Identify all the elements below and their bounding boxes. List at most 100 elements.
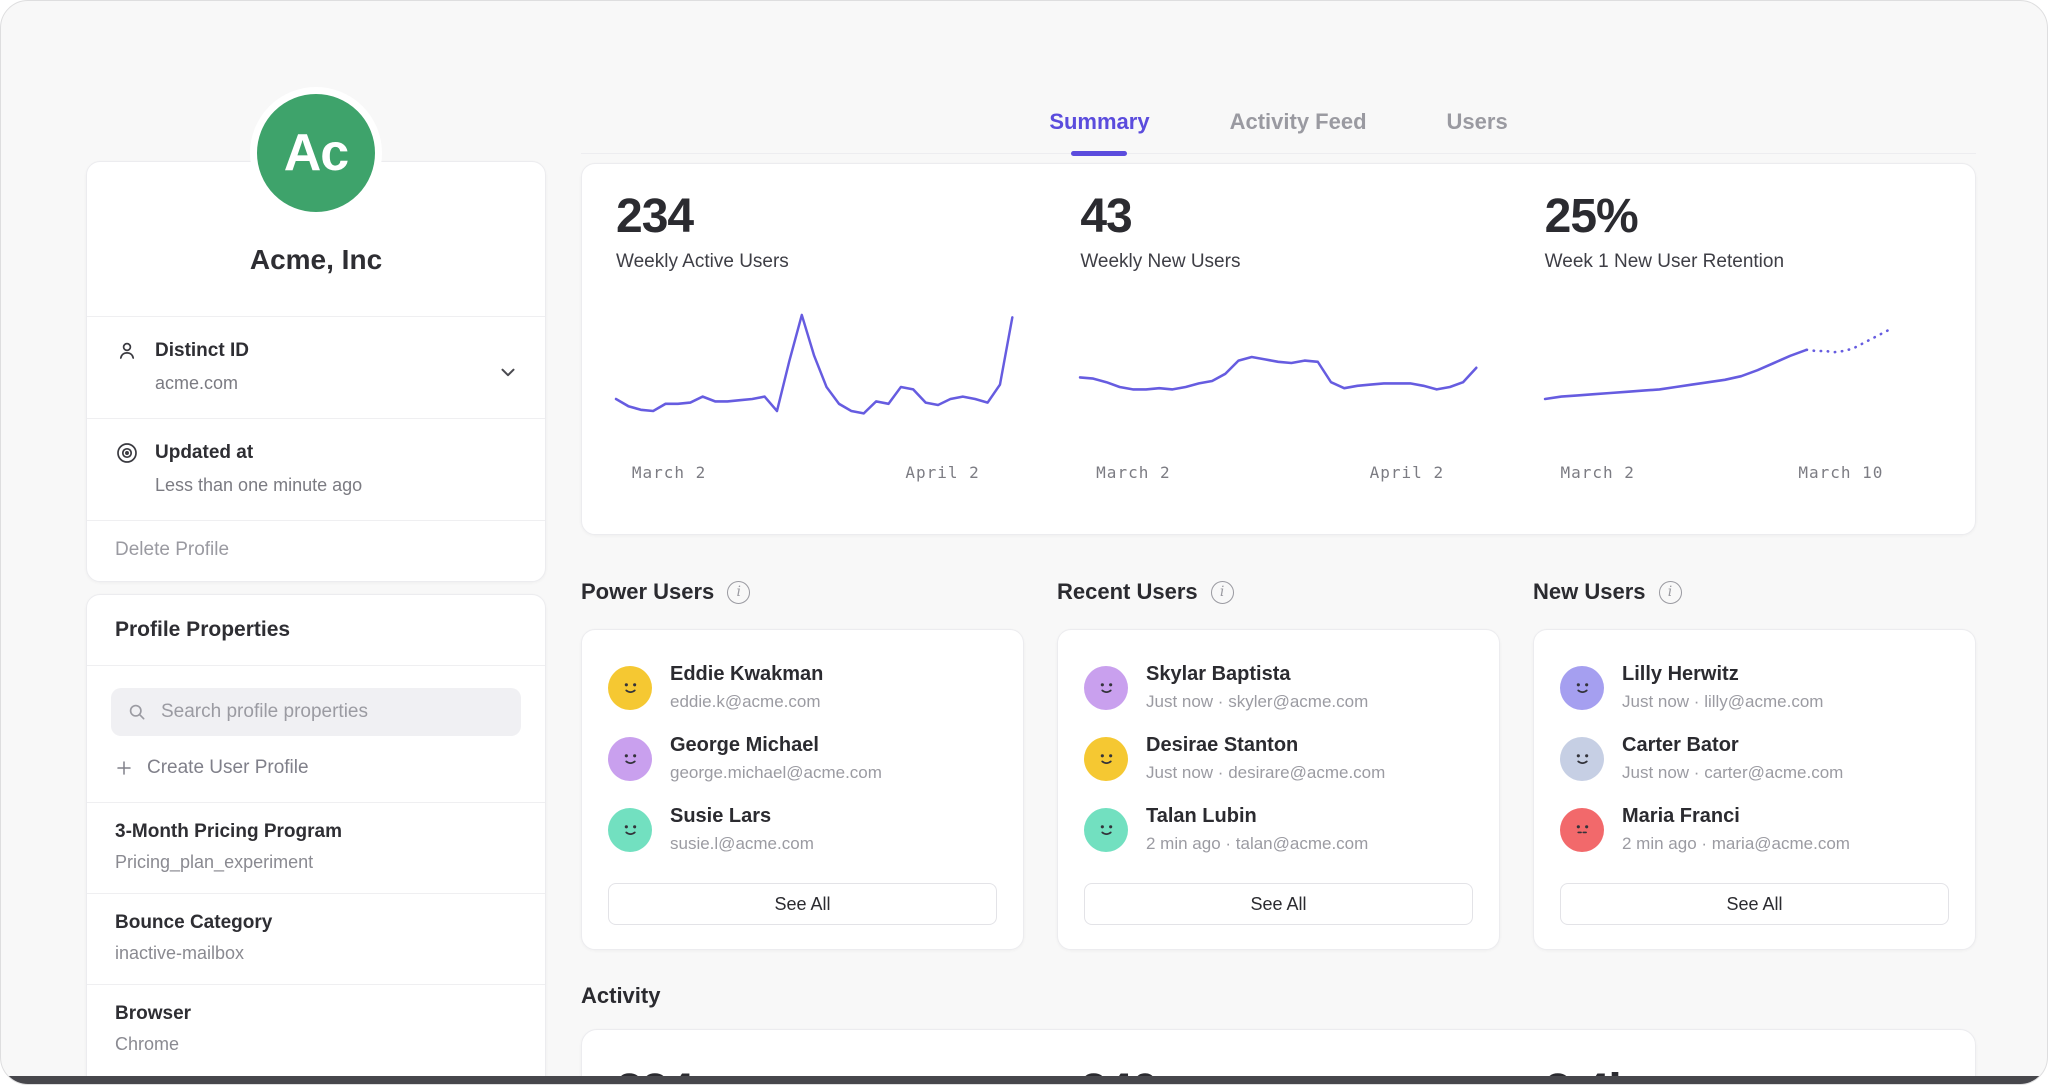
face-icon: [1569, 674, 1596, 701]
user-email: Just now · desirare@acme.com: [1146, 763, 1385, 783]
power-users-section: Power Users i Eddie Kwakman eddie.k@acme…: [581, 577, 1024, 950]
user-avatar: [608, 808, 652, 852]
info-icon[interactable]: i: [1211, 581, 1234, 604]
user-email: george.michael@acme.com: [670, 763, 882, 783]
section-title: New Users: [1533, 579, 1646, 605]
user-row[interactable]: Carter Bator Just now · carter@acme.com: [1560, 723, 1949, 794]
x-tick: April 2: [1370, 463, 1444, 482]
search-icon: [127, 702, 147, 722]
updated-at-row: Updated at Less than one minute ago: [87, 418, 545, 520]
info-icon[interactable]: i: [1659, 581, 1682, 604]
x-axis: March 2 March 10: [1545, 463, 1941, 485]
section-title: Recent Users: [1057, 579, 1198, 605]
info-icon[interactable]: i: [727, 581, 750, 604]
stat-value: 25%: [1545, 192, 1941, 242]
line-chart: [1545, 295, 1941, 455]
user-email: 2 min ago · maria@acme.com: [1622, 834, 1850, 854]
user-email: Just now · lilly@acme.com: [1622, 692, 1823, 712]
user-name: Talan Lubin: [1146, 805, 1368, 828]
create-user-profile-label: Create User Profile: [147, 757, 309, 779]
profile-properties-search[interactable]: [111, 688, 521, 736]
window-bottom-edge: [1, 1076, 2047, 1084]
user-name: Lilly Herwitz: [1622, 663, 1823, 686]
property-value: Pricing_plan_experiment: [115, 852, 517, 873]
user-name: George Michael: [670, 734, 882, 757]
face-icon: [1569, 745, 1596, 772]
profile-sidebar: Ac Acme, Inc Distinct ID acme.com: [86, 1, 546, 1084]
property-name: Browser: [115, 1003, 517, 1025]
delete-profile-button[interactable]: Delete Profile: [87, 520, 545, 581]
user-row[interactable]: Susie Lars susie.l@acme.com: [608, 794, 997, 865]
sparkline-weekly-new-users: March 2 April 2: [1080, 295, 1476, 485]
power-users-card: Eddie Kwakman eddie.k@acme.com George Mi…: [581, 629, 1024, 950]
property-item[interactable]: Browser Chrome: [87, 984, 545, 1075]
see-all-button[interactable]: See All: [1084, 883, 1473, 925]
search-input[interactable]: [159, 700, 505, 724]
x-axis: March 2 April 2: [616, 463, 1012, 485]
see-all-button[interactable]: See All: [1560, 883, 1949, 925]
user-row[interactable]: Eddie Kwakman eddie.k@acme.com: [608, 652, 997, 723]
company-avatar-initials: Ac: [284, 123, 348, 183]
user-row[interactable]: Skylar Baptista Just now · skyler@acme.c…: [1084, 652, 1473, 723]
person-icon: [115, 339, 139, 363]
stat-value: 43: [1080, 192, 1476, 242]
stat-weekly-active-users: 234 Weekly Active Users March 2 April 2: [582, 192, 1046, 506]
user-email: susie.l@acme.com: [670, 834, 814, 854]
user-name: Carter Bator: [1622, 734, 1843, 757]
stat-weekly-new-users: 43 Weekly New Users March 2 April 2: [1046, 192, 1510, 506]
face-icon: [1093, 816, 1120, 843]
user-avatar: [1084, 737, 1128, 781]
create-user-profile-button[interactable]: Create User Profile: [87, 736, 545, 802]
user-email: Just now · carter@acme.com: [1622, 763, 1843, 783]
tab-users[interactable]: Users: [1447, 107, 1508, 137]
user-name: Skylar Baptista: [1146, 663, 1368, 686]
property-item[interactable]: Bounce Category inactive-mailbox: [87, 893, 545, 984]
recent-users-card: Skylar Baptista Just now · skyler@acme.c…: [1057, 629, 1500, 950]
eye-icon: [115, 441, 139, 465]
see-all-button[interactable]: See All: [608, 883, 997, 925]
section-title: Power Users: [581, 579, 714, 605]
tab-activity-feed[interactable]: Activity Feed: [1230, 107, 1367, 137]
line-chart: [616, 295, 1012, 455]
user-row[interactable]: George Michael george.michael@acme.com: [608, 723, 997, 794]
stat-label: Weekly Active Users: [616, 251, 1012, 273]
summary-stats-card: 234 Weekly Active Users March 2 April 2 …: [581, 163, 1976, 535]
user-avatar: [1560, 808, 1604, 852]
distinct-id-label: Distinct ID: [155, 340, 249, 362]
chevron-down-icon[interactable]: [497, 361, 519, 383]
activity-section-title: Activity: [581, 983, 660, 1009]
stat-label: Weekly New Users: [1080, 251, 1476, 273]
user-email: Just now · skyler@acme.com: [1146, 692, 1368, 712]
user-row[interactable]: Lilly Herwitz Just now · lilly@acme.com: [1560, 652, 1949, 723]
user-row[interactable]: Talan Lubin 2 min ago · talan@acme.com: [1084, 794, 1473, 865]
face-icon: [617, 816, 644, 843]
property-item[interactable]: 3-Month Pricing Program Pricing_plan_exp…: [87, 802, 545, 893]
user-avatar: [1560, 737, 1604, 781]
user-name: Eddie Kwakman: [670, 663, 823, 686]
new-users-card: Lilly Herwitz Just now · lilly@acme.com …: [1533, 629, 1976, 950]
user-row[interactable]: Maria Franci 2 min ago · maria@acme.com: [1560, 794, 1949, 865]
x-axis: March 2 April 2: [1080, 463, 1476, 485]
app-window: Ac Acme, Inc Distinct ID acme.com: [0, 0, 2048, 1085]
user-email: eddie.k@acme.com: [670, 692, 823, 712]
updated-at-value: Less than one minute ago: [155, 475, 517, 496]
line-chart: [1080, 295, 1476, 455]
face-icon: [1569, 816, 1596, 843]
user-row[interactable]: Desirae Stanton Just now · desirare@acme…: [1084, 723, 1473, 794]
x-tick: March 2: [1096, 463, 1170, 482]
profile-properties-title: Profile Properties: [87, 595, 545, 666]
face-icon: [1093, 674, 1120, 701]
sparkline-weekly-active-users: March 2 April 2: [616, 295, 1012, 485]
plus-icon: [115, 759, 133, 777]
stat-value: 234: [616, 192, 1012, 242]
face-icon: [617, 745, 644, 772]
user-avatar: [1084, 666, 1128, 710]
company-name: Acme, Inc: [87, 244, 545, 276]
property-name: 3-Month Pricing Program: [115, 821, 517, 843]
stat-week1-retention: 25% Week 1 New User Retention March 2 Ma…: [1511, 192, 1975, 506]
distinct-id-row: Distinct ID acme.com: [87, 316, 545, 418]
sparkline-week1-retention: March 2 March 10: [1545, 295, 1941, 485]
user-name: Maria Franci: [1622, 805, 1850, 828]
tab-summary[interactable]: Summary: [1049, 107, 1149, 137]
face-icon: [1093, 745, 1120, 772]
